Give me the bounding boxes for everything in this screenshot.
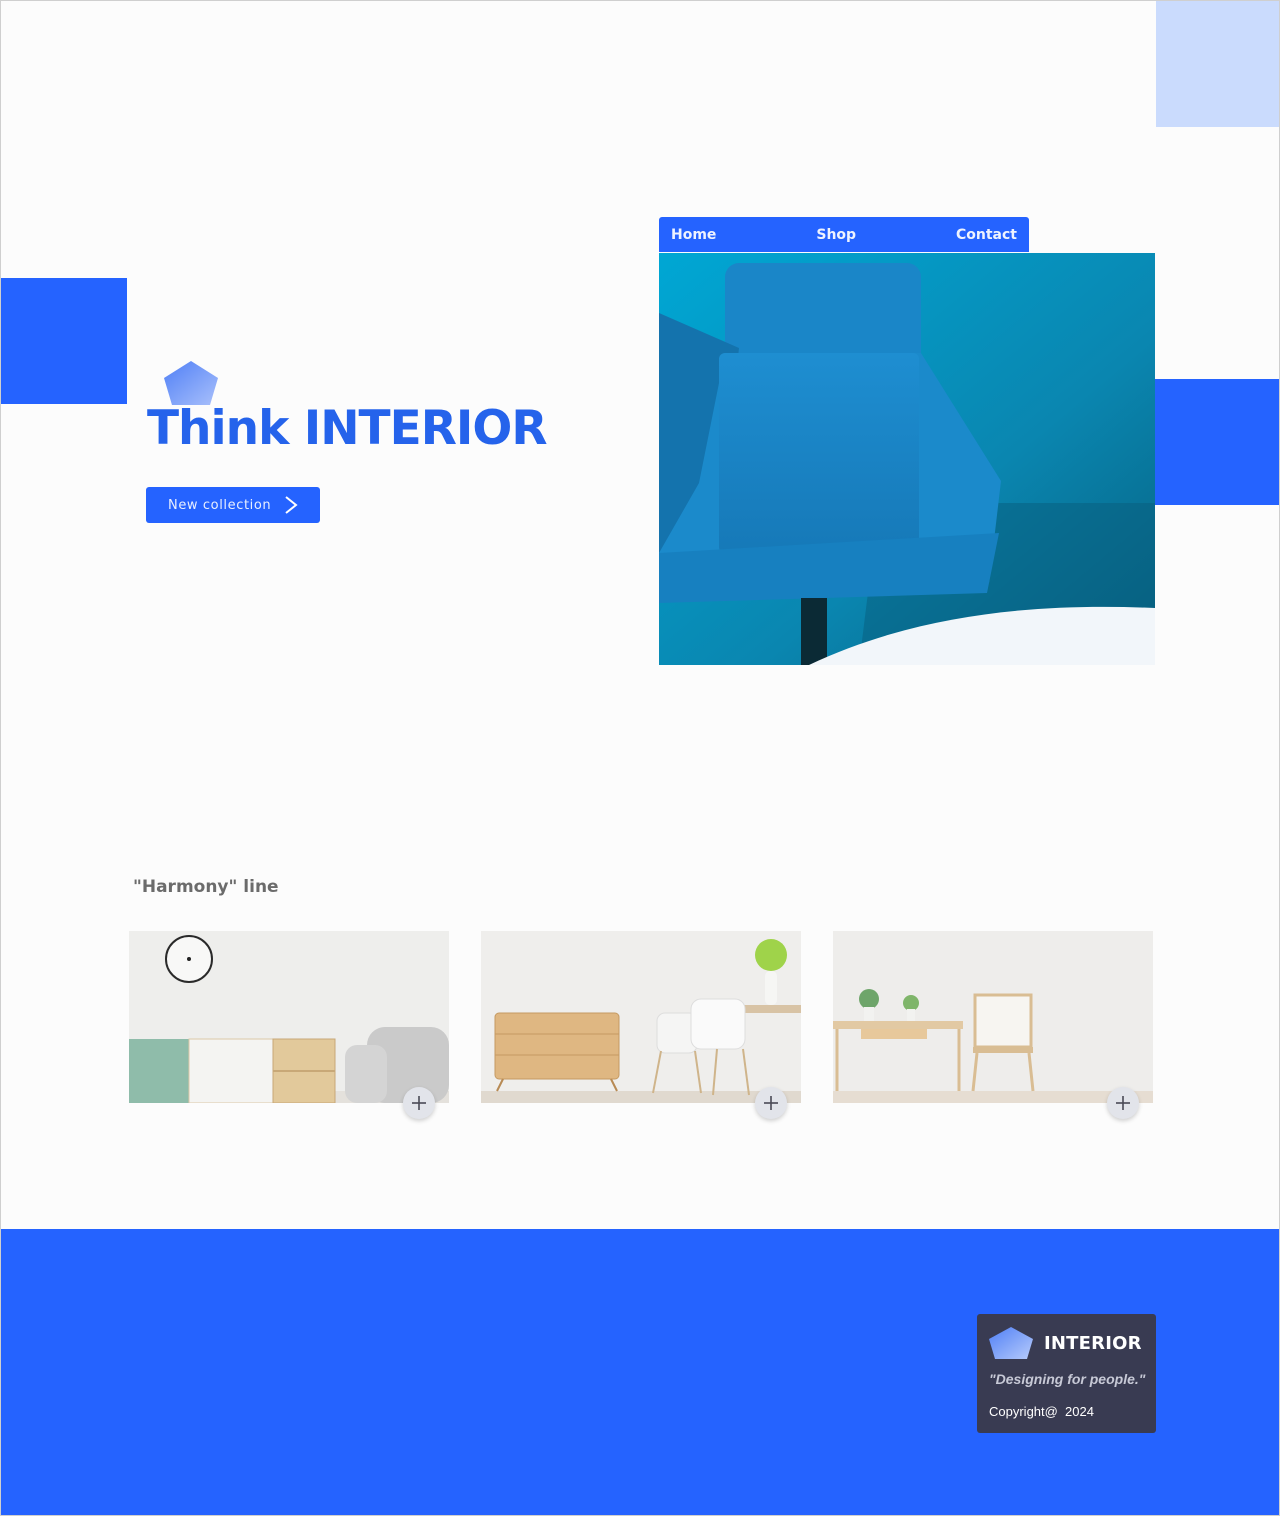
chevron-right-icon bbox=[285, 496, 298, 514]
plus-icon bbox=[764, 1096, 778, 1110]
plus-icon bbox=[412, 1096, 426, 1110]
collection-title: "Harmony" line bbox=[133, 877, 279, 897]
pentagon-logo-icon bbox=[989, 1327, 1033, 1359]
page: Think INTERIOR New collection Home Shop … bbox=[0, 0, 1280, 1516]
pentagon-logo-icon bbox=[164, 361, 218, 405]
add-to-cart-button[interactable] bbox=[403, 1087, 435, 1119]
add-to-cart-button[interactable] bbox=[755, 1087, 787, 1119]
hero-title: Think INTERIOR bbox=[147, 401, 548, 456]
product-card[interactable] bbox=[833, 931, 1153, 1119]
decor-square-left bbox=[1, 278, 127, 404]
footer-tagline: "Designing for people." bbox=[989, 1371, 1146, 1387]
product-card[interactable] bbox=[481, 931, 801, 1119]
footer-brand-name: INTERIOR bbox=[1044, 1333, 1142, 1354]
footer-copyright: Copyright@ 2024 bbox=[989, 1404, 1094, 1419]
product-image bbox=[481, 931, 801, 1103]
new-collection-label: New collection bbox=[168, 497, 272, 513]
nav-item-shop[interactable]: Shop bbox=[816, 227, 856, 243]
footer-brand-card: INTERIOR "Designing for people." Copyrig… bbox=[977, 1314, 1156, 1433]
nav-item-home[interactable]: Home bbox=[671, 227, 716, 243]
add-to-cart-button[interactable] bbox=[1107, 1087, 1139, 1119]
new-collection-button[interactable]: New collection bbox=[146, 487, 320, 523]
plus-icon bbox=[1116, 1096, 1130, 1110]
main-nav: Home Shop Contact bbox=[659, 217, 1029, 252]
hero-armchair-image bbox=[659, 253, 1155, 665]
nav-item-contact[interactable]: Contact bbox=[956, 227, 1017, 243]
product-image bbox=[129, 931, 449, 1103]
product-image bbox=[833, 931, 1153, 1103]
product-card[interactable] bbox=[129, 931, 449, 1119]
decor-square-top-right bbox=[1156, 1, 1279, 127]
decor-square-right bbox=[1155, 379, 1279, 505]
